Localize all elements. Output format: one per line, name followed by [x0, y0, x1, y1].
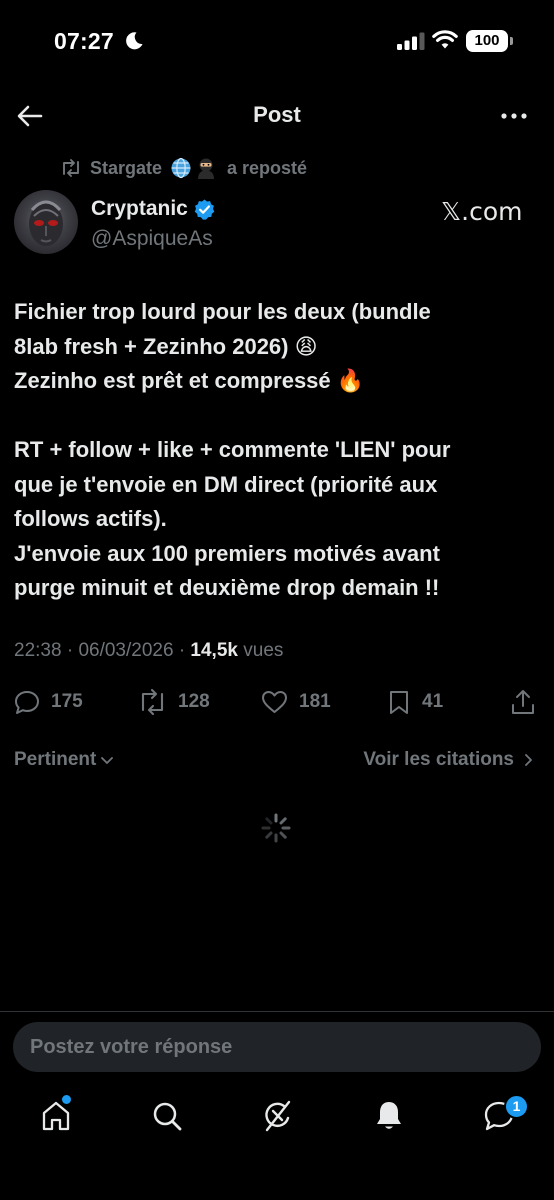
tweet-time[interactable]: 22:38 — [14, 640, 62, 661]
tweet-line: 8lab fresh + Zezinho 2026) 😩 — [14, 333, 318, 359]
chevron-right-icon — [525, 754, 532, 766]
battery-tip — [510, 37, 513, 45]
reply-button[interactable]: 175 — [13, 683, 83, 721]
repost-attribution[interactable]: Stargate a reposté — [60, 155, 307, 181]
status-time: 07:27 — [54, 28, 114, 54]
repost-user[interactable]: Stargate — [90, 158, 162, 179]
meta-separator: · — [178, 640, 191, 661]
repost-icon — [63, 159, 79, 177]
like-icon — [262, 691, 287, 713]
replies-sort-row: Pertinent Voir les citations — [0, 746, 554, 776]
more-icon[interactable] — [498, 102, 530, 130]
ninja-emoji-icon — [198, 158, 215, 179]
reply-count: 175 — [51, 691, 83, 712]
repost-user-emoji — [170, 157, 218, 179]
tweet-line: Zezinho est prêt et compressé 🔥 — [14, 368, 365, 393]
repost-count: 128 — [178, 691, 210, 712]
spinner-icon — [261, 813, 291, 843]
tweet-line-blank — [14, 399, 542, 434]
verified-icon — [194, 198, 215, 220]
views-label: vues — [243, 640, 284, 661]
tweet-line: purge minuit et deuxième drop demain !! — [14, 575, 440, 600]
tweet-line: RT + follow + like + commente 'LIEN' pou… — [14, 437, 451, 462]
repost-button[interactable]: 128 — [137, 683, 210, 721]
tweet-line: que je t'envoie en DM direct (priorité a… — [14, 471, 438, 497]
meta-separator: · — [66, 640, 79, 661]
repost-suffix: a reposté — [227, 157, 308, 178]
avatar-image — [29, 200, 63, 246]
tweet-line: follows actifs). — [14, 506, 167, 531]
messages-badge: 1 — [504, 1094, 529, 1119]
like-count: 181 — [299, 691, 331, 712]
battery-level: 100 — [466, 30, 508, 52]
wifi-icon — [432, 30, 458, 49]
like-button[interactable]: 181 — [260, 683, 331, 721]
bookmark-count: 41 — [422, 691, 444, 712]
tweet-line: Fichier trop lourd pour les deux (bundle — [14, 299, 431, 324]
tweet-date[interactable]: 06/03/2026 — [78, 640, 173, 661]
signal-icon — [397, 32, 425, 50]
grok-icon[interactable] — [260, 1098, 296, 1134]
source-link[interactable]: 𝕏.com — [441, 197, 522, 226]
bookmark-icon — [390, 691, 408, 714]
globe-emoji-icon — [171, 157, 191, 179]
share-icon — [512, 690, 534, 714]
reply-input[interactable]: Postez votre réponse — [13, 1022, 541, 1072]
sort-label: Pertinent — [14, 749, 97, 770]
view-quotes-label: Voir les citations — [363, 749, 514, 770]
avatar[interactable] — [14, 190, 78, 254]
author-name[interactable]: Cryptanic — [91, 197, 216, 221]
tweet-line: J'envoie aux 100 premiers motivés avant — [14, 540, 440, 566]
moon-icon — [126, 32, 143, 50]
sort-dropdown[interactable]: Pertinent — [14, 749, 115, 771]
reply-placeholder: Postez votre réponse — [30, 1036, 233, 1058]
bell-icon[interactable] — [371, 1098, 407, 1134]
repost-icon — [141, 688, 164, 716]
status-bar: 07:27 100 — [0, 0, 554, 86]
home-unread-dot — [62, 1095, 71, 1104]
page-title: Post — [253, 102, 301, 127]
divider — [0, 1011, 554, 1012]
tab-bar — [0, 1090, 554, 1150]
search-icon[interactable] — [149, 1098, 185, 1134]
view-quotes-link[interactable]: Voir les citations — [363, 749, 536, 771]
tweet-meta: 22:38 · 06/03/2026 · 14,5k vues — [14, 640, 283, 662]
reply-icon — [15, 691, 39, 714]
tweet-text: Fichier trop lourd pour les deux (bundle… — [14, 295, 542, 606]
nav-header: Post — [0, 92, 554, 138]
bookmark-button[interactable]: 41 — [386, 683, 443, 721]
chevron-down-icon — [101, 757, 114, 764]
views-count[interactable]: 14,5k — [190, 640, 238, 661]
author-name-text[interactable]: Cryptanic — [91, 197, 188, 221]
author-handle[interactable]: @AspiqueAs — [91, 227, 213, 251]
tweet-actions: 175 128 181 41 — [0, 683, 554, 721]
share-button[interactable] — [509, 683, 537, 721]
